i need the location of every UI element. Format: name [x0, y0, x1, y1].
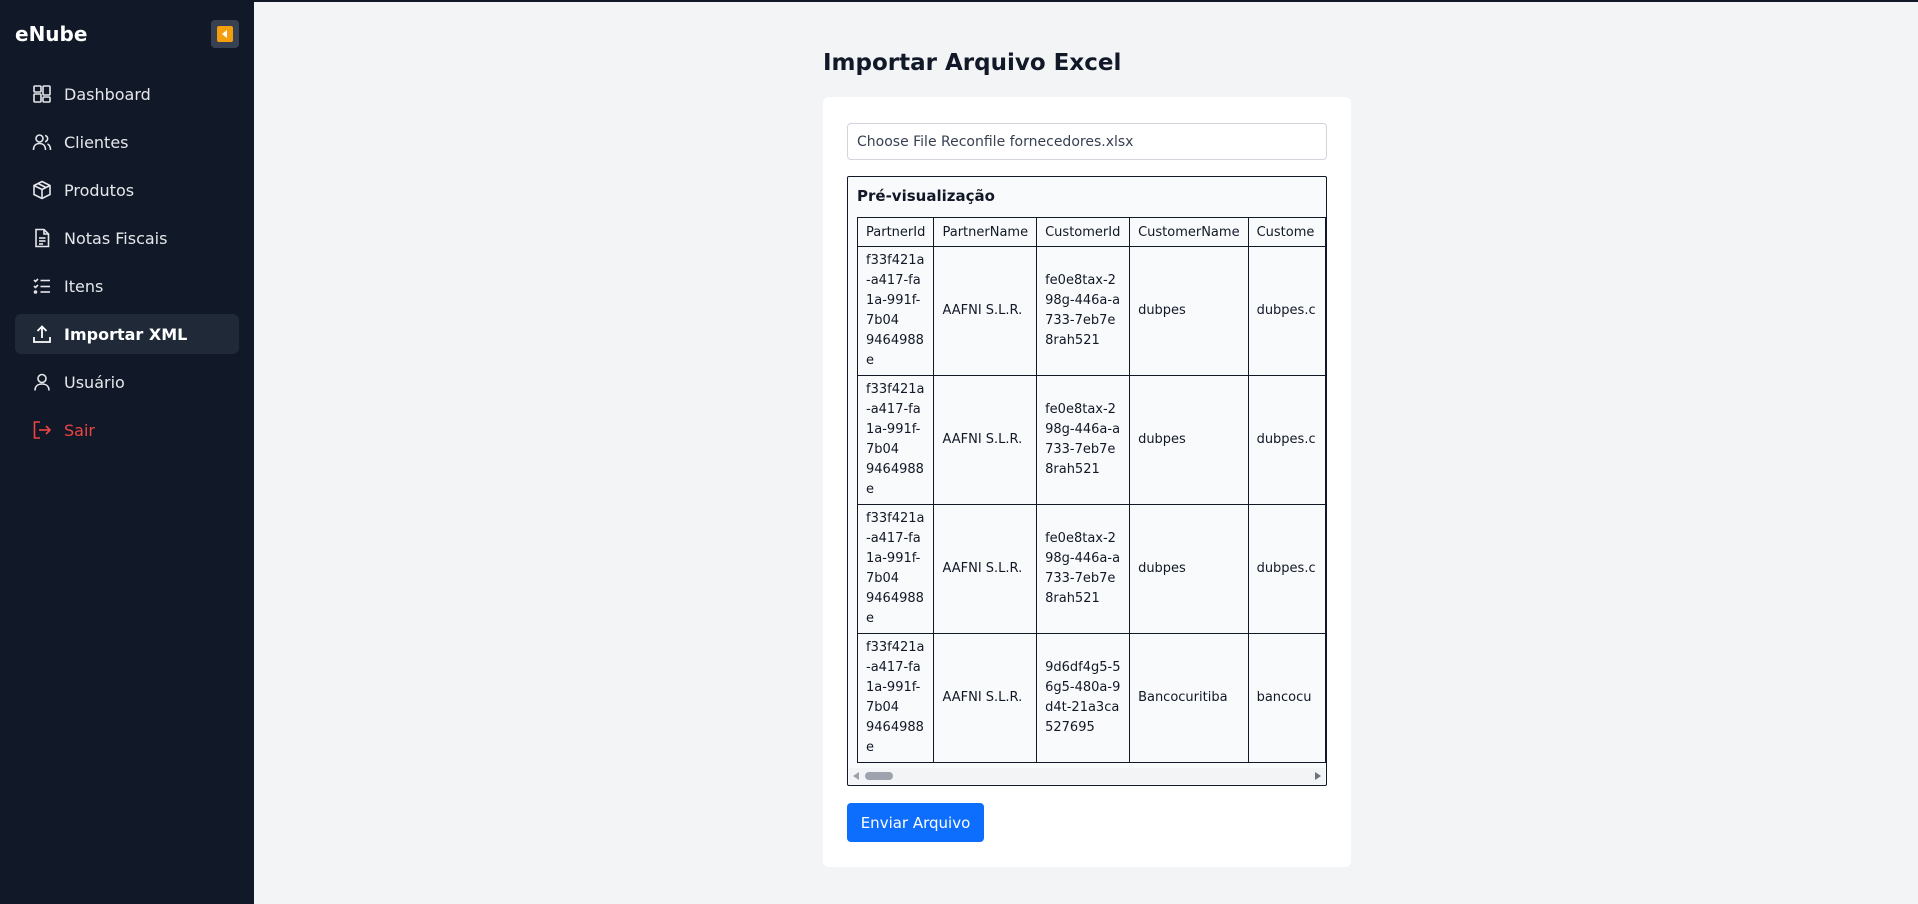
sidebar-item-label: Notas Fiscais	[64, 228, 168, 248]
table-cell: fe0e8tax-298g-446a-a733-7eb7e8rah521	[1036, 504, 1131, 634]
table-cell: bancocu	[1247, 633, 1326, 763]
dashboard-icon	[33, 85, 51, 103]
sidebar-item-importar-xml[interactable]: Importar XML	[15, 314, 239, 354]
sidebar: eNube Dashboard Clientes Produtos Notas …	[0, 0, 254, 904]
sidebar-item-label: Itens	[64, 276, 104, 296]
user-icon	[34, 373, 50, 391]
table-cell: dubpes.c	[1247, 375, 1326, 505]
list-icon	[33, 278, 50, 294]
table-cell: f33f421a-a417-fa1a-991f-7b04 9464988e	[857, 633, 935, 763]
preview-table: PartnerId PartnerName CustomerId Custome…	[857, 217, 1326, 763]
collapse-sidebar-button[interactable]	[211, 20, 239, 48]
table-cell: dubpes.c	[1247, 246, 1326, 376]
sidebar-item-label: Produtos	[64, 180, 135, 200]
table-cell: AAFNI S.L.R.	[933, 246, 1038, 376]
sidebar-item-label: Sair	[64, 420, 95, 440]
table-cell: AAFNI S.L.R.	[933, 375, 1038, 505]
top-border	[0, 0, 1918, 2]
table-cell: dubpes.c	[1247, 504, 1326, 634]
sidebar-item-label: Usuário	[64, 372, 125, 392]
table-cell: dubpes	[1129, 375, 1249, 505]
import-card: Choose File Reconfile fornecedores.xlsx …	[823, 97, 1351, 867]
table-row: f33f421a-a417-fa1a-991f-7b04 9464988e AA…	[857, 246, 1326, 376]
column-header: PartnerName	[933, 217, 1038, 247]
column-header: PartnerId	[857, 217, 935, 247]
preview-table-viewport[interactable]: PartnerId PartnerName CustomerId Custome…	[857, 217, 1326, 765]
sidebar-item-dashboard[interactable]: Dashboard	[15, 74, 239, 114]
file-input[interactable]: Choose File Reconfile fornecedores.xlsx	[847, 123, 1327, 160]
upload-icon	[33, 325, 51, 343]
table-cell: fe0e8tax-298g-446a-a733-7eb7e8rah521	[1036, 375, 1131, 505]
column-header: Custome	[1247, 217, 1326, 247]
scroll-right-icon[interactable]	[1315, 772, 1321, 780]
table-cell: Bancocuritiba	[1129, 633, 1249, 763]
table-cell: f33f421a-a417-fa1a-991f-7b04 9464988e	[857, 375, 935, 505]
package-icon	[33, 180, 51, 200]
table-header-row: PartnerId PartnerName CustomerId Custome…	[857, 217, 1326, 247]
table-cell: AAFNI S.L.R.	[933, 633, 1038, 763]
sidebar-item-sair[interactable]: Sair	[15, 410, 239, 450]
sidebar-item-notas-fiscais[interactable]: Notas Fiscais	[15, 218, 239, 258]
table-cell: dubpes	[1129, 246, 1249, 376]
users-icon	[32, 134, 52, 151]
table-row: f33f421a-a417-fa1a-991f-7b04 9464988e AA…	[857, 375, 1326, 505]
sidebar-item-label: Clientes	[64, 132, 129, 152]
column-header: CustomerId	[1036, 217, 1131, 247]
column-header: CustomerName	[1129, 217, 1249, 247]
preview-title: Pré-visualização	[857, 187, 995, 205]
table-cell: f33f421a-a417-fa1a-991f-7b04 9464988e	[857, 504, 935, 634]
table-row: f33f421a-a417-fa1a-991f-7b04 9464988e AA…	[857, 504, 1326, 634]
page-title: Importar Arquivo Excel	[823, 50, 1122, 76]
scrollbar-thumb[interactable]	[865, 772, 893, 780]
horizontal-scrollbar[interactable]	[849, 768, 1325, 784]
table-cell: f33f421a-a417-fa1a-991f-7b04 9464988e	[857, 246, 935, 376]
table-cell: dubpes	[1129, 504, 1249, 634]
table-cell: fe0e8tax-298g-446a-a733-7eb7e8rah521	[1036, 246, 1131, 376]
sidebar-item-label: Importar XML	[64, 324, 188, 344]
sidebar-nav: Dashboard Clientes Produtos Notas Fiscai…	[15, 74, 239, 458]
chevron-left-icon	[217, 26, 233, 42]
table-cell: AAFNI S.L.R.	[933, 504, 1038, 634]
brand-logo: eNube	[15, 22, 88, 46]
sidebar-item-usuario[interactable]: Usuário	[15, 362, 239, 402]
sidebar-item-itens[interactable]: Itens	[15, 266, 239, 306]
table-row: f33f421a-a417-fa1a-991f-7b04 9464988e AA…	[857, 633, 1326, 763]
sidebar-item-produtos[interactable]: Produtos	[15, 170, 239, 210]
sidebar-item-clientes[interactable]: Clientes	[15, 122, 239, 162]
submit-file-button[interactable]: Enviar Arquivo	[847, 803, 984, 842]
preview-panel: Pré-visualização PartnerId PartnerName C…	[847, 176, 1327, 786]
logout-icon	[33, 421, 52, 439]
document-icon	[35, 228, 50, 248]
table-cell: 9d6df4g5-56g5-480a-9d4t-21a3ca527695	[1036, 633, 1131, 763]
sidebar-item-label: Dashboard	[64, 84, 151, 104]
scroll-left-icon[interactable]	[853, 772, 859, 780]
